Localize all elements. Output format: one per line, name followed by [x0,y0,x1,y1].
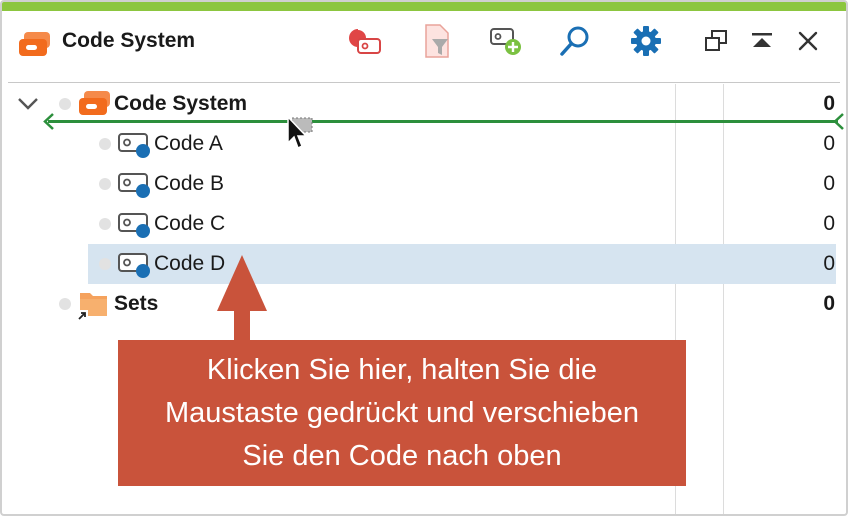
codes-reset-button[interactable] [347,23,383,59]
callout-line: Maustaste gedrückt und verschieben [165,397,639,429]
search-button[interactable] [557,23,593,59]
tree-label: Code A [154,132,223,155]
settings-icon [631,26,661,56]
drag-cursor-icon [287,115,313,150]
tree-row-code-system[interactable]: Code System 0 [2,84,846,124]
callout-line: Klicken Sie hier, halten Sie die [206,354,598,386]
callout-arrow-icon [217,255,267,311]
coded-segments-count: 0 [823,132,835,155]
tree-row-code[interactable]: Code B 0 [2,164,846,204]
tree-label: Code C [154,212,226,235]
search-icon [560,26,589,56]
tree-row-code[interactable]: Code C 0 [2,204,846,244]
code-icon [118,133,150,158]
window-title: Code System [62,29,196,52]
coded-segments-count: 0 [823,172,835,195]
instruction-callout: Klicken Sie hier, halten Sie die Maustas… [118,340,686,486]
undock-button[interactable] [698,23,734,59]
callout-line: Sie den Code nach oben [242,440,562,472]
new-code-button[interactable] [489,23,525,59]
folder-icon [77,293,107,320]
settings-button[interactable] [628,23,664,59]
close-button[interactable] [790,23,826,59]
collapse-button[interactable] [744,23,780,59]
code-icon [118,173,150,198]
coded-segments-count: 0 [823,252,835,275]
chevron-down-icon[interactable] [17,97,39,111]
filter-button[interactable] [419,23,455,59]
callout-arrow-stem [234,308,250,344]
new-code-icon [490,28,521,55]
status-dot [99,138,111,150]
coded-segments-count: 0 [823,212,835,235]
code-icon [118,213,150,238]
tree-row-code[interactable]: Code A 0 [2,124,846,164]
code-system-window: Code System Code System 0 Code A 0 Code … [0,0,848,516]
tree-row-code-selected[interactable]: Code D 0 [2,244,846,284]
collapse-icon [752,33,772,47]
status-dot [99,178,111,190]
status-dot [99,218,111,230]
filter-icon [425,24,449,58]
window-accent-bar [2,2,846,11]
status-dot [99,258,111,270]
close-icon [798,31,818,51]
code-system-icon [19,32,50,56]
codes-reset-icon [349,28,381,54]
status-dot [59,298,71,310]
tree-label: Code B [154,172,225,195]
drop-position-indicator [48,120,838,123]
undock-icon [705,30,727,51]
code-icon [118,253,150,278]
header-divider [8,82,840,83]
tree-label: Code System [114,92,248,115]
window-header: Code System [2,11,846,73]
coded-segments-count: 0 [823,292,835,315]
status-dot [59,98,71,110]
tree-row-sets[interactable]: Sets 0 [2,284,846,324]
tree-label: Sets [114,292,159,315]
tree-label: Code D [154,252,226,275]
code-system-icon [79,91,110,115]
